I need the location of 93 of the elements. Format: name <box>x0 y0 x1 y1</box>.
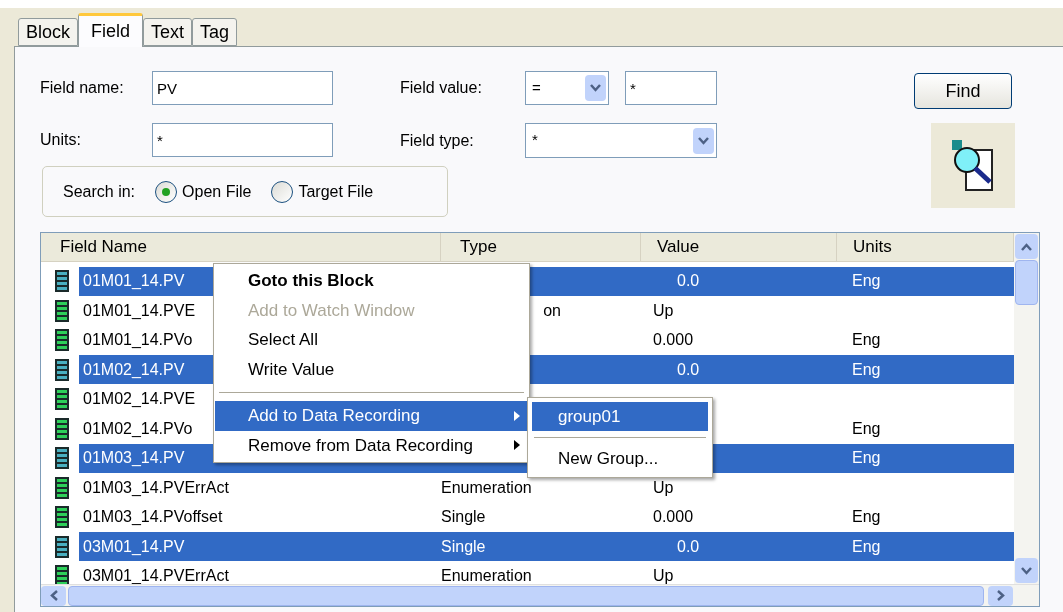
scroll-up-button[interactable] <box>1015 234 1038 259</box>
column-header[interactable]: Type <box>441 233 641 262</box>
block-icon <box>55 299 69 322</box>
chevron-left-icon <box>49 590 58 601</box>
table-cell: Up <box>653 301 674 319</box>
block-icon <box>55 358 69 381</box>
radio-option[interactable]: Open File <box>155 179 252 204</box>
table-cell: Up <box>653 478 674 496</box>
table-cell: 01M03_14.PV <box>83 449 185 467</box>
dropdown-value: * <box>532 130 538 151</box>
input-field[interactable]: PV <box>152 71 333 105</box>
chevron-up-icon <box>1021 242 1032 251</box>
scroll-left-button[interactable] <box>41 585 66 606</box>
table-cell: 01M03_14.PVoffset <box>83 508 223 526</box>
block-icon <box>55 417 69 440</box>
scroll-down-button[interactable] <box>1015 558 1038 583</box>
menu-item[interactable]: Add to Data Recording <box>215 401 528 431</box>
block-icon <box>55 388 69 411</box>
column-header[interactable]: Value <box>641 233 837 262</box>
block-icon <box>55 506 69 529</box>
field-label: Field type: <box>400 130 475 151</box>
table-row[interactable]: 03M01_14.PV Single 0.0 Eng <box>79 532 1014 562</box>
dropdown-button[interactable] <box>585 75 606 101</box>
chevron-down-icon <box>1021 566 1032 575</box>
tab[interactable]: Block <box>18 18 78 46</box>
chevron-down-icon <box>590 84 601 92</box>
scroll-right-button[interactable] <box>988 585 1013 606</box>
table-cell: 03M01_14.PVErrAct <box>83 567 229 584</box>
input-field[interactable]: * <box>625 71 717 105</box>
table-cell-text: on <box>542 300 561 321</box>
search-in-label: Search in: <box>63 181 136 202</box>
find-button[interactable]: Find <box>914 73 1012 109</box>
tab[interactable]: Tag <box>192 18 238 46</box>
chevron-right-icon <box>996 590 1005 601</box>
table-cell: 01M02_14.PV <box>83 360 185 378</box>
table-cell: 0.000 <box>653 508 694 526</box>
scroll-thumb[interactable] <box>1015 260 1038 305</box>
radio-label: Target File <box>298 181 374 202</box>
block-icon <box>55 329 69 352</box>
submenu-arrow-icon <box>514 410 520 421</box>
input-field[interactable]: * <box>152 123 333 157</box>
menu-item[interactable]: Goto this Block <box>215 266 528 296</box>
table-cell: 01M01_14.PV <box>83 272 185 290</box>
table-cell: Eng <box>852 537 881 555</box>
table-cell-text: 0.0 <box>676 272 700 290</box>
block-icon <box>55 270 69 293</box>
submenu-arrow-icon <box>514 440 520 451</box>
table-cell-text: Enumeration <box>441 477 532 498</box>
menu-item[interactable]: Write Value <box>215 354 528 384</box>
table-cell: 01M02_14.PVE <box>83 390 196 408</box>
block-icon <box>55 447 69 470</box>
table-cell-text: 0.0 <box>676 360 700 378</box>
table-cell: 01M01_14.PVE <box>83 301 196 319</box>
menu-item[interactable]: Select All <box>215 325 528 355</box>
table-cell: Eng <box>852 331 881 349</box>
table-cell-text: Enumeration <box>441 566 532 584</box>
type-dropdown[interactable]: * <box>525 123 717 158</box>
table-cell: Up <box>653 567 674 584</box>
menu-item[interactable]: Remove from Data Recording <box>215 430 528 460</box>
column-header[interactable]: Field Name <box>41 233 441 262</box>
table-cell: 0.000 <box>653 331 694 349</box>
table-cell-text: Single <box>441 507 486 528</box>
block-icon <box>55 535 69 558</box>
field-label: Units: <box>40 130 82 150</box>
radio-option[interactable]: Target File <box>271 179 374 204</box>
table-cell: Eng <box>852 449 881 467</box>
menu-item[interactable]: group01 <box>532 402 708 431</box>
table-cell: 01M03_14.PVErrAct <box>83 478 229 496</box>
chevron-down-icon <box>698 136 709 145</box>
block-icon <box>55 565 69 584</box>
field-label: Field name: <box>40 78 125 98</box>
document-search-icon <box>950 137 996 194</box>
table-cell-text: Single <box>441 536 486 557</box>
vertical-scrollbar[interactable] <box>1014 233 1039 584</box>
table-cell: 01M01_14.PVo <box>83 331 193 349</box>
radio-button[interactable] <box>155 180 178 203</box>
dropdown-value: = <box>532 77 541 98</box>
table-cell: 01M02_14.PVo <box>83 419 193 437</box>
table-cell: Eng <box>852 272 881 290</box>
dropdown-button[interactable] <box>693 127 714 154</box>
block-icon <box>55 476 69 499</box>
tab[interactable]: Field <box>78 13 144 47</box>
table-cell: 03M01_14.PV <box>83 537 185 555</box>
radio-button[interactable] <box>271 180 294 203</box>
menu-item[interactable]: New Group... <box>532 444 708 473</box>
table-cell-text: 0.0 <box>676 537 700 555</box>
radio-label: Open File <box>182 181 252 202</box>
table-cell: Eng <box>852 360 881 378</box>
operator-dropdown[interactable]: = <box>525 71 609 105</box>
table-cell: Eng <box>852 508 881 526</box>
table-cell: Eng <box>852 419 881 437</box>
field-label: Field value: <box>400 78 483 98</box>
tab[interactable]: Text <box>143 18 193 46</box>
